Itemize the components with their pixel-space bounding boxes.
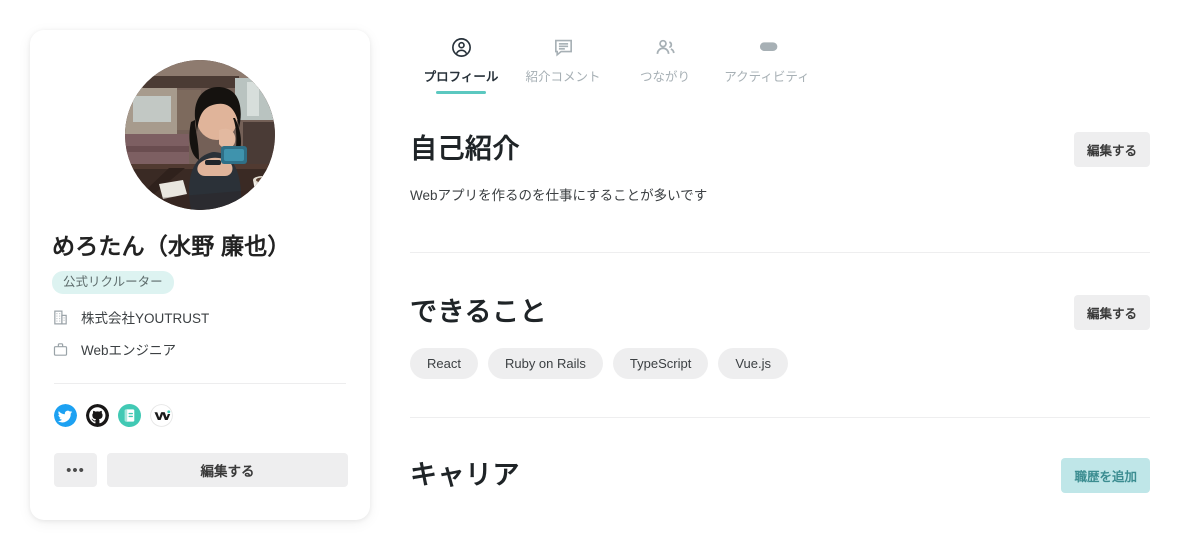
twitter-icon[interactable] (54, 404, 77, 428)
left-column: めろたん（水野 廉也） 公式リクルーター 株式会社YOUTRUST Webエンジ… (0, 0, 400, 520)
profile-page: めろたん（水野 廉也） 公式リクルーター 株式会社YOUTRUST Webエンジ… (0, 0, 1200, 540)
badge-row: 公式リクルーター (52, 270, 348, 295)
profile-company-row: 株式会社YOUTRUST (52, 307, 348, 327)
edit-profile-button[interactable]: 編集する (107, 453, 348, 488)
comment-icon (552, 36, 575, 59)
section-skills-title: できること (410, 297, 547, 328)
briefcase-icon (52, 341, 69, 358)
note-icon[interactable] (118, 404, 141, 428)
section-about-header: 自己紹介 編集する (410, 132, 1150, 167)
skill-tag-list: React Ruby on Rails TypeScript Vue.js (410, 347, 1150, 379)
github-icon[interactable] (86, 404, 109, 428)
profile-name: めろたん（水野 廉也） (52, 233, 291, 259)
section-skills: できること 編集する React Ruby on Rails TypeScrip… (410, 294, 1150, 379)
tag-icon (756, 36, 779, 59)
edit-skills-button[interactable]: 編集する (1073, 294, 1150, 330)
tab-activity-label: アクティビティ (724, 70, 810, 84)
add-career-button[interactable]: 職歴を追加 (1061, 457, 1150, 493)
section-career: キャリア 職歴を追加 (410, 457, 1150, 493)
section-about: 自己紹介 編集する Webアプリを作るのを仕事にすることが多いです (410, 132, 1150, 208)
skill-tag[interactable]: Vue.js (718, 347, 788, 379)
profile-role: Webエンジニア (81, 343, 177, 359)
profile-role-row: Webエンジニア (52, 339, 348, 359)
social-links (52, 404, 348, 428)
tab-comments[interactable]: 紹介コメント (512, 36, 614, 94)
person-circle-icon (450, 36, 473, 59)
profile-actions: ••• 編集する (52, 453, 348, 488)
skill-tag[interactable]: Ruby on Rails (487, 347, 603, 379)
section-divider-2 (410, 416, 1150, 418)
tab-comments-label: 紹介コメント (525, 70, 601, 84)
avatar-wrapper (52, 60, 348, 210)
section-career-title: キャリア (410, 460, 520, 491)
section-skills-header: できること 編集する (410, 294, 1150, 330)
section-divider-1 (410, 251, 1150, 253)
profile-company: 株式会社YOUTRUST (81, 311, 210, 327)
status-badge: 公式リクルーター (52, 270, 174, 295)
people-icon (654, 36, 677, 59)
building-icon (52, 309, 69, 326)
section-about-body: Webアプリを作るのを仕事にすることが多いです (410, 188, 708, 203)
skill-tag[interactable]: React (410, 347, 478, 379)
tab-connections[interactable]: つながり (614, 36, 716, 94)
wantedly-icon[interactable] (150, 404, 173, 428)
section-about-title: 自己紹介 (410, 134, 520, 165)
tab-activity[interactable]: アクティビティ (716, 36, 818, 94)
card-divider (54, 383, 346, 385)
edit-about-button[interactable]: 編集する (1073, 132, 1150, 167)
section-career-header: キャリア 職歴を追加 (410, 457, 1150, 493)
right-column: プロフィール 紹介コメント つながり アクティビティ 自己紹介 編集する Web… (400, 0, 1200, 511)
tab-profile[interactable]: プロフィール (410, 36, 512, 94)
avatar[interactable] (125, 60, 275, 210)
more-options-button[interactable]: ••• (54, 453, 97, 488)
profile-tabs: プロフィール 紹介コメント つながり アクティビティ (410, 36, 1150, 94)
skill-tag[interactable]: TypeScript (612, 347, 709, 379)
tab-connections-label: つながり (639, 70, 690, 84)
profile-card: めろたん（水野 廉也） 公式リクルーター 株式会社YOUTRUST Webエンジ… (30, 30, 370, 520)
tab-profile-label: プロフィール (423, 70, 499, 84)
